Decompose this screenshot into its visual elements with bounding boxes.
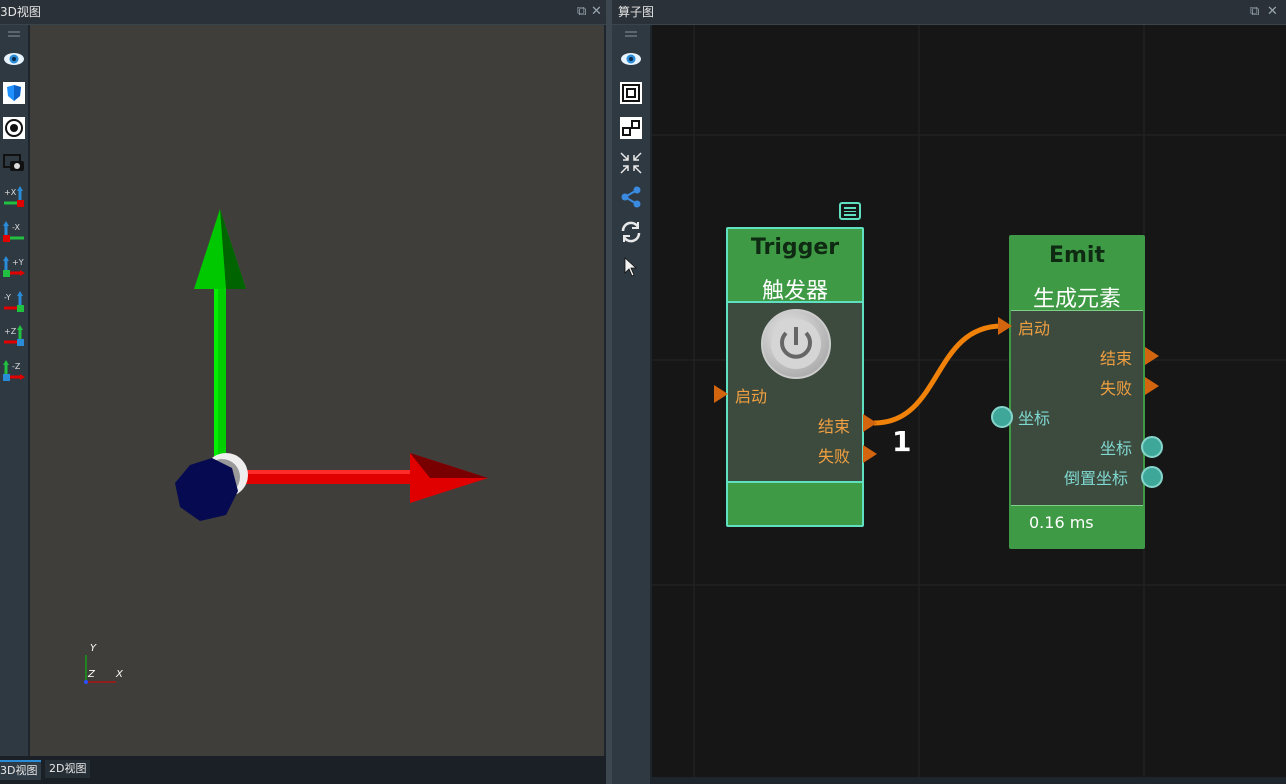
view-plus-y-icon[interactable]: +Y: [0, 253, 28, 281]
svg-text:+X: +X: [4, 188, 17, 197]
trigger-node[interactable]: Trigger 触发器: [726, 227, 864, 527]
tab-2d-view[interactable]: 2D视图: [45, 760, 91, 778]
panel-operator-graph: 算子图 ⧉ ✕ Trigger 触发器 启动 结束 失败 1 Emit 生成元素…: [612, 0, 1286, 784]
toolbar-graph: [612, 25, 650, 784]
panel-graph-title: 算子图: [618, 5, 655, 19]
eye-icon[interactable]: [617, 45, 645, 73]
svg-text:+Z: +Z: [4, 327, 17, 336]
trigger-input-start-port[interactable]: [714, 385, 728, 403]
view-tabs: 3D视图 2D视图: [0, 756, 608, 784]
viewport-3d[interactable]: Y Z X: [30, 25, 604, 756]
emit-node-title: Emit: [1048, 243, 1105, 268]
triad-y-label: Y: [90, 643, 97, 654]
emit-input-coord-label: 坐标: [1018, 409, 1051, 428]
target-icon[interactable]: [0, 114, 28, 142]
view-minus-z-icon[interactable]: -Z: [0, 357, 28, 385]
trigger-output-fail-label: 失败: [818, 447, 851, 466]
trigger-node-title: Trigger: [750, 235, 840, 260]
panel-3d-titlebar: 3D视图 ⧉ ✕: [0, 0, 608, 25]
connection-label: 1: [892, 425, 912, 458]
view-minus-y-icon[interactable]: -Y: [0, 288, 28, 316]
trigger-input-start-label: 启动: [735, 387, 768, 406]
trigger-output-end-label: 结束: [818, 417, 851, 436]
trigger-output-end-port[interactable]: [863, 414, 877, 432]
emit-output-inverted-coord-label: 倒置坐标: [1064, 469, 1129, 488]
emit-input-start-port[interactable]: [998, 317, 1012, 335]
emit-output-fail-label: 失败: [1100, 379, 1133, 398]
note-icon[interactable]: [839, 202, 861, 220]
float-icon[interactable]: ⧉: [577, 0, 586, 24]
emit-node-timing: 0.16 ms: [1029, 513, 1094, 532]
node-graph-canvas[interactable]: Trigger 触发器 启动 结束 失败 1 Emit 生成元素 0.16 ms…: [652, 25, 1286, 777]
view-plus-x-icon[interactable]: +X: [0, 183, 28, 211]
panel-graph-titlebar: 算子图 ⧉ ✕: [612, 0, 1286, 25]
emit-output-end-port[interactable]: [1145, 347, 1159, 365]
svg-text:-Z: -Z: [12, 362, 21, 371]
panel-3d-view: 3D视图 ⧉ ✕ +X -X +Y -Y +Z -Z Y Z X 3D视图 2D…: [0, 0, 608, 784]
close-icon[interactable]: ✕: [1267, 0, 1278, 24]
toolbar-3d: +X -X +Y -Y +Z -Z: [0, 25, 28, 784]
fit-view-icon[interactable]: [617, 79, 645, 107]
emit-output-coord-label: 坐标: [1100, 439, 1133, 458]
triad-x-label: X: [116, 669, 123, 680]
camera-icon[interactable]: [0, 149, 28, 177]
toolbar-grip[interactable]: [8, 31, 20, 33]
svg-text:-X: -X: [12, 223, 20, 232]
pointer-icon[interactable]: [617, 253, 645, 281]
panel-3d-title: 3D视图: [0, 5, 41, 19]
svg-text:+Y: +Y: [12, 258, 24, 267]
view-plus-z-icon[interactable]: +Z: [0, 322, 28, 350]
origin-z-marker: [175, 458, 238, 521]
toolbar-grip[interactable]: [625, 31, 637, 33]
share-icon[interactable]: [617, 183, 645, 211]
view-minus-x-icon[interactable]: -X: [0, 218, 28, 246]
close-icon[interactable]: ✕: [591, 0, 602, 24]
emit-output-end-label: 结束: [1100, 349, 1133, 368]
emit-input-coord-port[interactable]: [991, 406, 1013, 428]
emit-input-start-label: 启动: [1018, 319, 1051, 338]
emit-node-subtitle: 生成元素: [1032, 287, 1121, 312]
refresh-icon[interactable]: [617, 218, 645, 246]
float-icon[interactable]: ⧉: [1250, 0, 1259, 24]
triad-z-label: Z: [88, 669, 95, 680]
cube-icon[interactable]: [0, 79, 28, 107]
emit-output-inverted-coord-port[interactable]: [1141, 466, 1163, 488]
eye-icon[interactable]: [0, 45, 28, 73]
power-button-icon[interactable]: [761, 309, 831, 379]
tab-3d-view[interactable]: 3D视图: [0, 760, 42, 780]
svg-text:-Y: -Y: [4, 293, 11, 302]
collapse-icon[interactable]: [617, 149, 645, 177]
emit-output-coord-port[interactable]: [1141, 436, 1163, 458]
trigger-output-fail-port[interactable]: [863, 445, 877, 463]
emit-output-fail-port[interactable]: [1145, 377, 1159, 395]
connection-wire: [873, 323, 1003, 426]
node-layout-icon[interactable]: [617, 114, 645, 142]
